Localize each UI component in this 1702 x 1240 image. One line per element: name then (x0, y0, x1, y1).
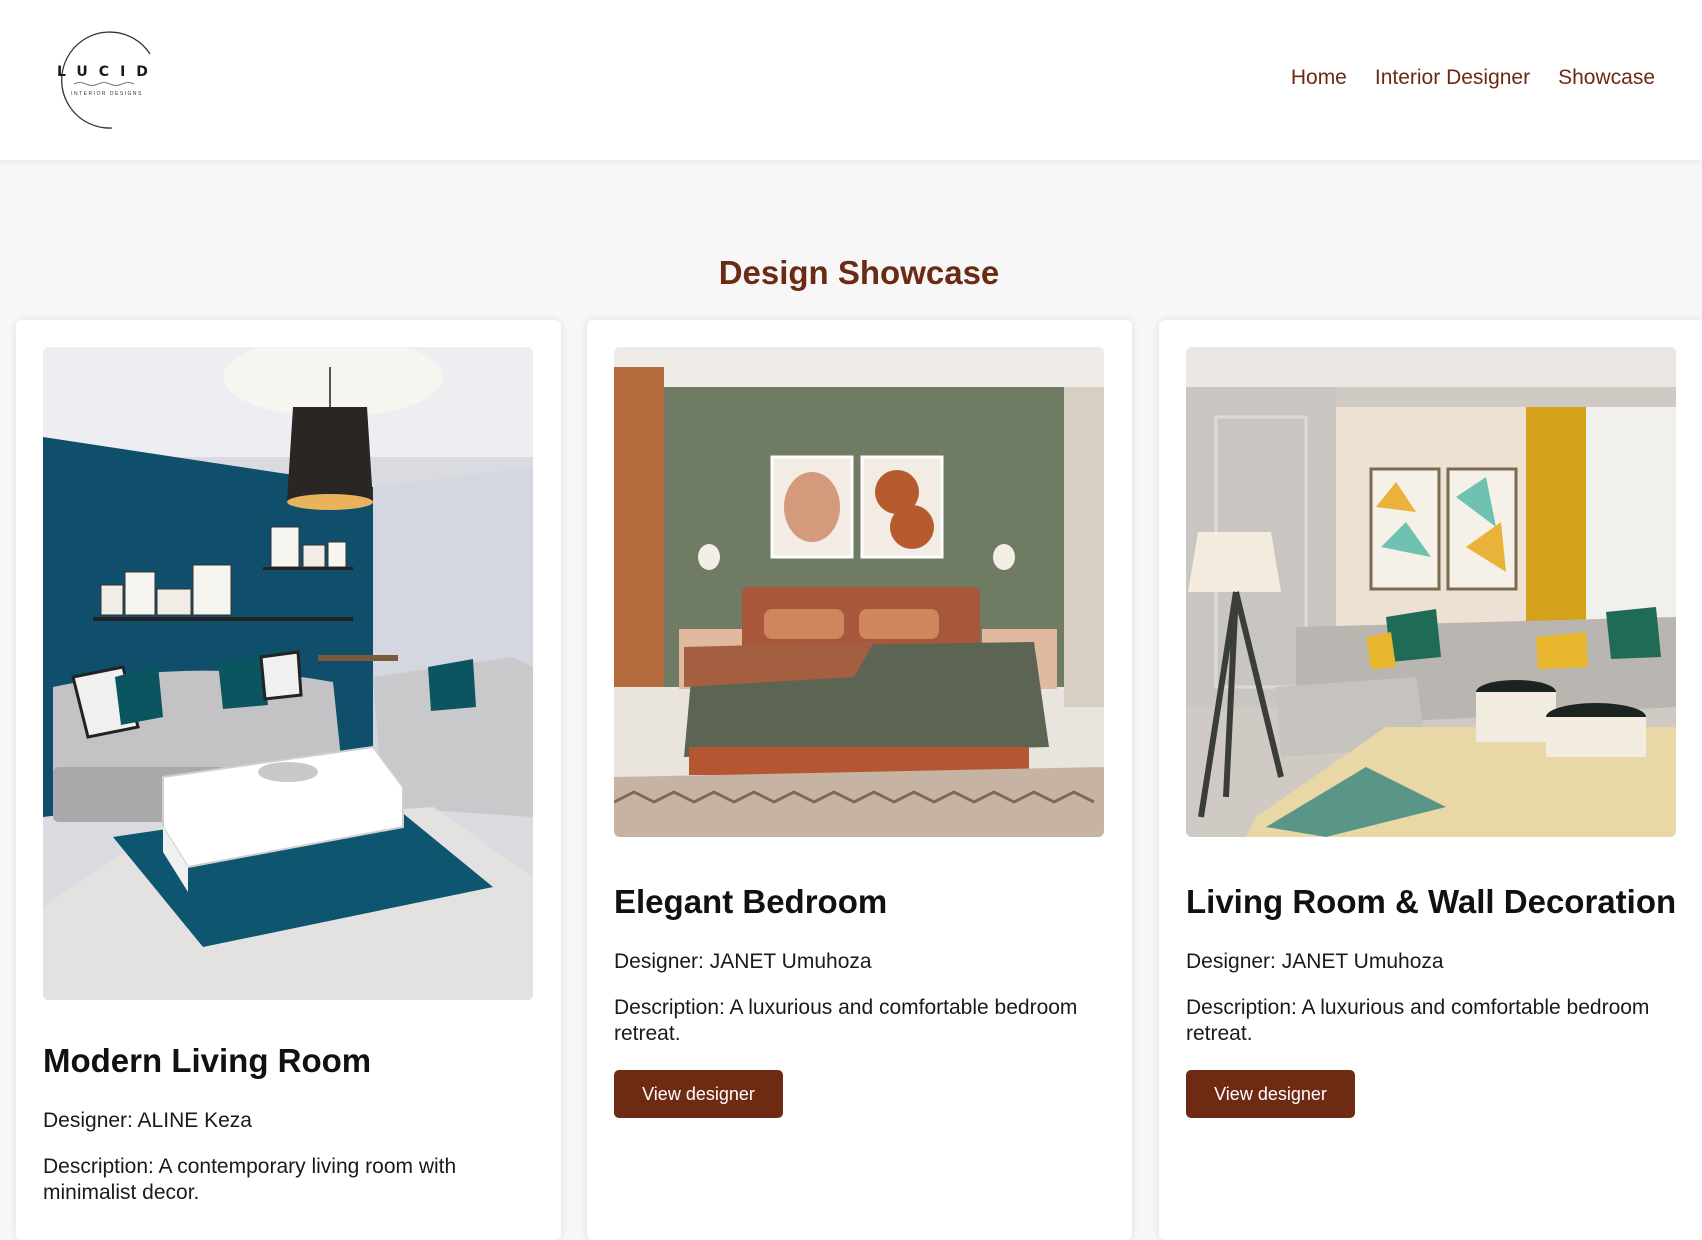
showcase-card-modern-living-room: Modern Living Room Designer: ALINE Keza … (16, 320, 561, 1240)
site-header: LUCID INTERIOR DESIGNS Home Interior Des… (0, 0, 1702, 160)
showcase-card-living-room-wall-decoration: Living Room & Wall Decoration Designer: … (1159, 320, 1702, 1240)
nav-showcase[interactable]: Showcase (1558, 66, 1655, 90)
page-title: Design Showcase (718, 254, 1000, 291)
showcase-card-elegant-bedroom: Elegant Bedroom Designer: JANET Umuhoza … (587, 320, 1132, 1240)
nav-home[interactable]: Home (1291, 66, 1347, 90)
card-description: Description: A luxurious and comfortable… (614, 996, 1078, 1045)
card-description: Description: A contemporary living room … (43, 1155, 457, 1204)
card-image-living-room-wall-decoration (1186, 347, 1676, 837)
card-designer: Designer: ALINE Keza (43, 1109, 252, 1132)
card-description: Description: A luxurious and comfortable… (1186, 996, 1650, 1045)
view-designer-button[interactable]: View designer (1186, 1070, 1355, 1118)
nav-interior-designer[interactable]: Interior Designer (1375, 66, 1530, 90)
main-nav: Home Interior Designer Showcase (1291, 66, 1655, 90)
view-designer-button[interactable]: View designer (614, 1070, 783, 1118)
logo-wordmark: LUCID (57, 64, 159, 80)
card-title: Modern Living Room (43, 1042, 372, 1079)
card-image-elegant-bedroom (614, 347, 1104, 837)
lucid-logo[interactable]: LUCID INTERIOR DESIGNS (52, 24, 162, 132)
card-image-modern-living-room (43, 347, 533, 1000)
logo-tagline: INTERIOR DESIGNS (71, 91, 143, 97)
card-title: Elegant Bedroom (614, 883, 888, 920)
card-title: Living Room & Wall Decoration (1186, 883, 1677, 920)
card-designer: Designer: JANET Umuhoza (614, 950, 872, 973)
card-designer: Designer: JANET Umuhoza (1186, 950, 1444, 973)
